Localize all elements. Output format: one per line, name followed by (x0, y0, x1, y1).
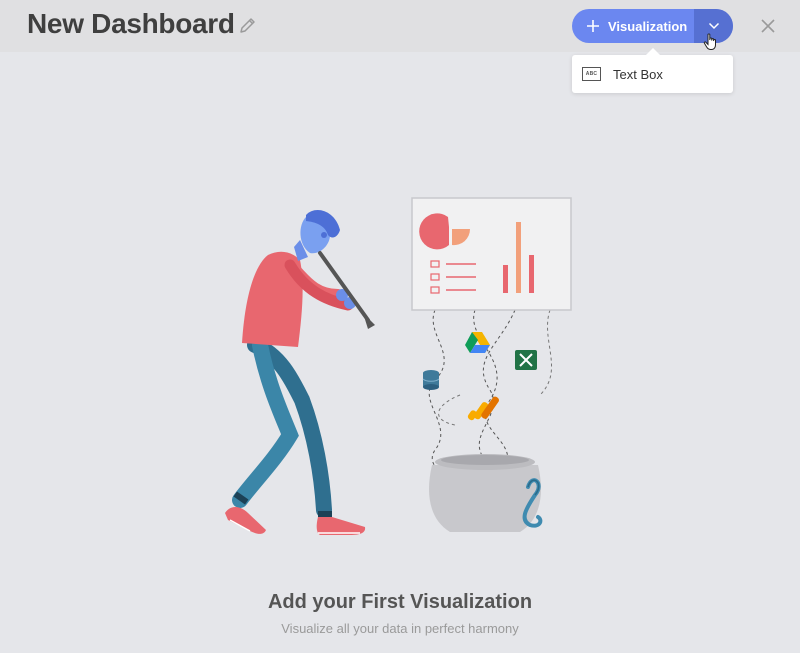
chevron-down-icon (708, 22, 719, 30)
empty-state-title: Add your First Visualization (267, 591, 533, 613)
hand-cursor-icon (703, 33, 716, 50)
dropdown-item-label: Text Box (613, 66, 663, 82)
close-icon[interactable] (759, 17, 777, 35)
text-box-icon: ABC (582, 67, 601, 81)
plus-icon (587, 20, 599, 32)
visualization-dropdown-menu: ABC Text Box (572, 48, 733, 93)
pencil-icon[interactable] (238, 15, 258, 35)
empty-state-subtitle: Visualize all your data in perfect harmo… (281, 621, 519, 636)
visualization-label: Visualization (608, 18, 688, 34)
add-visualization-button[interactable]: Visualization (572, 9, 694, 43)
empty-state-illustration (225, 197, 572, 535)
dashboard-title[interactable]: New Dashboard (27, 8, 235, 40)
dropdown-item-text-box[interactable]: ABC Text Box (572, 55, 733, 93)
